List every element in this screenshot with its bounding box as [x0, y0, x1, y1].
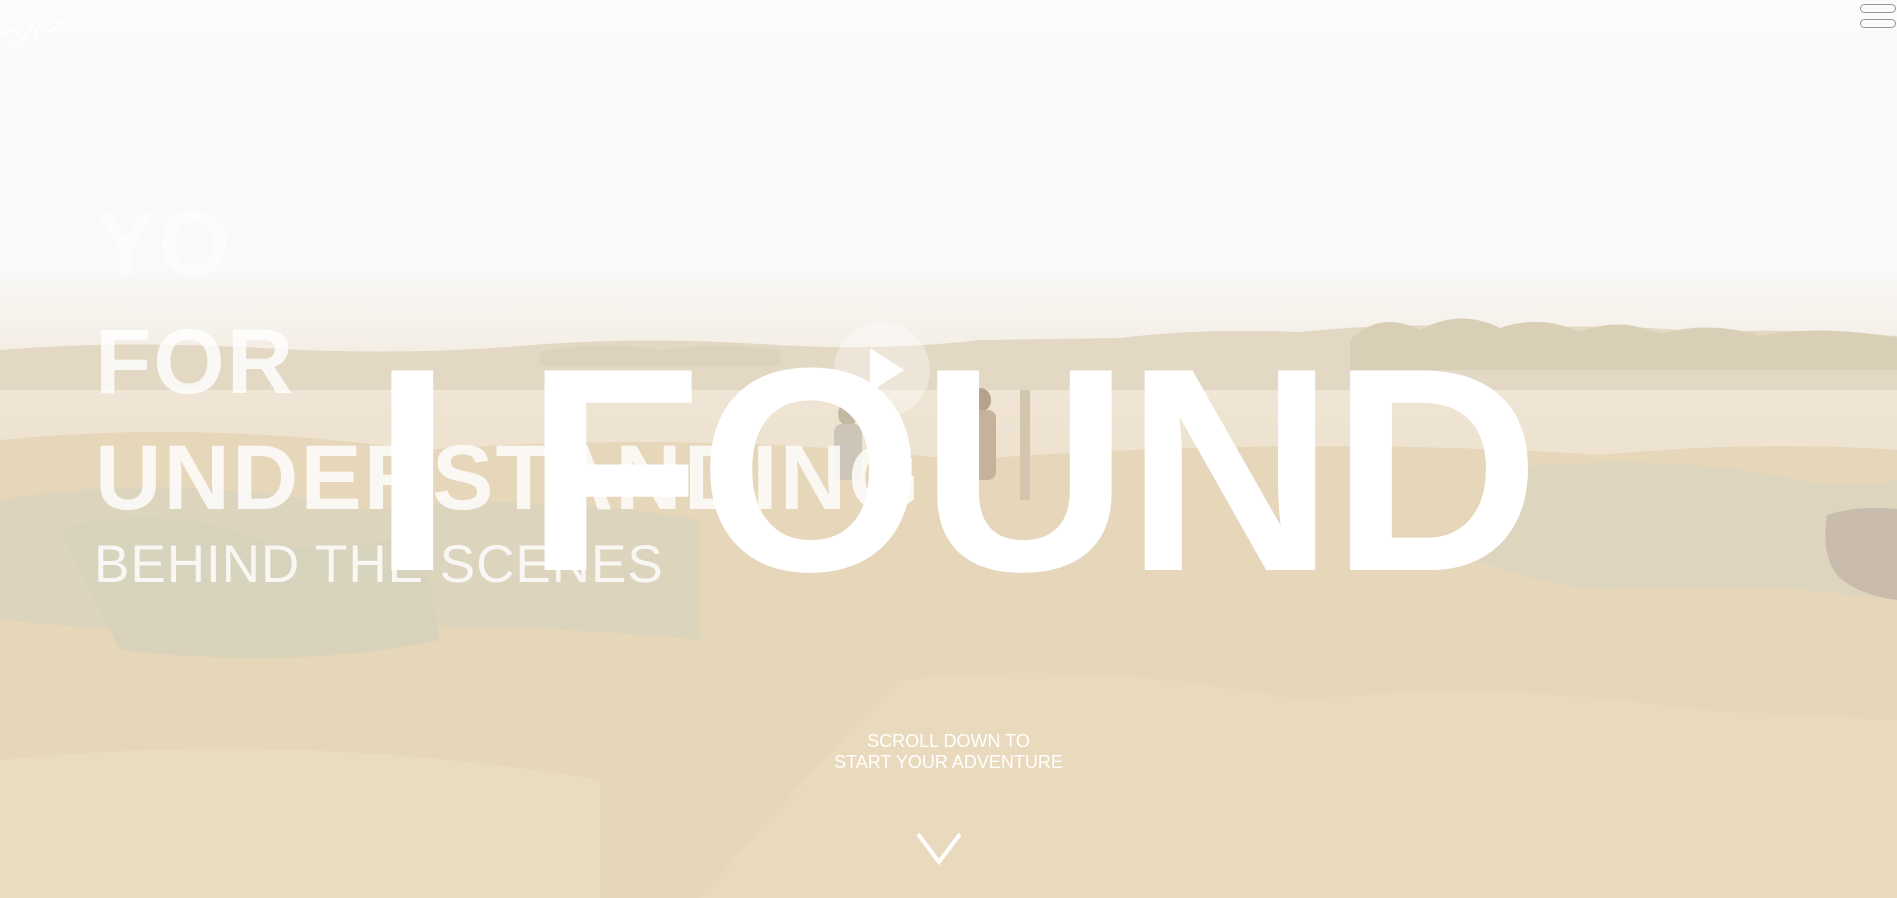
play-icon: [870, 348, 904, 392]
hamburger-menu-icon[interactable]: [1855, 2, 1897, 32]
scroll-prompt-line1: SCROLL DOWN TO: [867, 731, 1030, 751]
hero-title: I FOUND: [372, 308, 1540, 632]
menu-bar-top: [1860, 4, 1896, 13]
chevron-down-icon[interactable]: [915, 830, 963, 866]
background-rock-sign: [1825, 507, 1897, 600]
play-video-button[interactable]: [834, 322, 930, 418]
background-headline-line1: YO: [95, 193, 232, 295]
signature-logo-icon[interactable]: [0, 6, 72, 54]
background-headline-line2: FOR: [95, 311, 296, 413]
menu-bar-bottom: [1860, 19, 1896, 28]
scroll-prompt: SCROLL DOWN TO START YOUR ADVENTURE: [0, 731, 1897, 773]
scroll-prompt-line2: START YOUR ADVENTURE: [834, 752, 1063, 772]
hero-section: YO FOR UNDERSTANDING BEHIND THE SCENES I…: [0, 0, 1897, 898]
